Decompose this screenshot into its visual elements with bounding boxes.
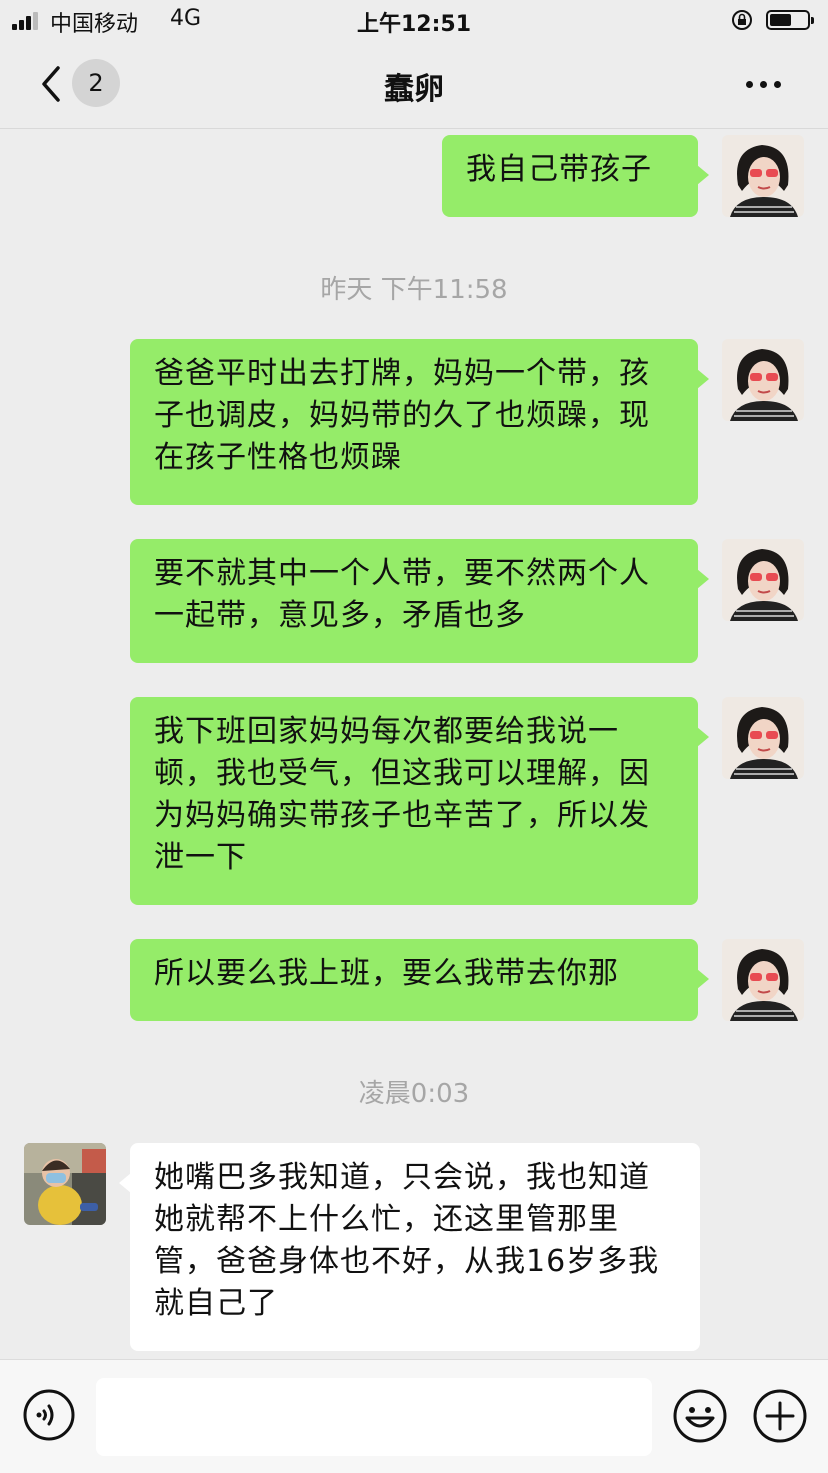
my-avatar[interactable] <box>722 939 804 1021</box>
chat-header: 2 蠢卵 <box>0 42 828 129</box>
contact-avatar[interactable] <box>24 1143 106 1225</box>
incoming-message[interactable]: 她嘴巴多我知道，只会说，我也知道她就帮不上什么忙，还这里管那里管，爸爸身体也不好… <box>119 1143 700 1351</box>
my-avatar[interactable] <box>722 135 804 217</box>
my-avatar[interactable] <box>722 339 804 421</box>
my-avatar[interactable] <box>722 539 804 621</box>
outgoing-message[interactable]: 我自己带孩子 <box>442 135 709 217</box>
message-input[interactable] <box>96 1378 652 1456</box>
outgoing-message[interactable]: 爸爸平时出去打牌，妈妈一个带，孩子也调皮，妈妈带的久了也烦躁，现在孩子性格也烦躁 <box>130 339 709 505</box>
status-bar: 中国移动 4G 上午12:51 <box>0 0 828 42</box>
emoji-icon[interactable] <box>672 1388 728 1444</box>
more-dots-icon[interactable] <box>742 72 786 96</box>
status-time: 上午12:51 <box>356 12 472 37</box>
battery-icon <box>766 10 814 30</box>
outgoing-message[interactable]: 所以要么我上班，要么我带去你那 <box>130 939 709 1021</box>
my-avatar[interactable] <box>722 697 804 779</box>
message-list[interactable]: 我自己带孩子 昨天 下午11:58 爸爸平时出去打牌，妈妈一个带，孩子也调皮，妈… <box>0 129 828 1359</box>
chat-title: 蠢卵 <box>384 72 444 107</box>
input-bar <box>0 1359 828 1473</box>
plus-icon[interactable] <box>752 1388 808 1444</box>
message-timestamp: 凌晨0:03 <box>358 1079 470 1109</box>
rotation-lock-icon <box>732 10 752 30</box>
message-timestamp: 昨天 下午11:58 <box>320 275 508 305</box>
outgoing-message[interactable]: 要不就其中一个人带，要不然两个人一起带，意见多，矛盾也多 <box>130 539 709 663</box>
voice-icon[interactable] <box>22 1388 76 1442</box>
outgoing-message[interactable]: 我下班回家妈妈每次都要给我说一顿，我也受气，但这我可以理解，因为妈妈确实带孩子也… <box>130 697 709 905</box>
